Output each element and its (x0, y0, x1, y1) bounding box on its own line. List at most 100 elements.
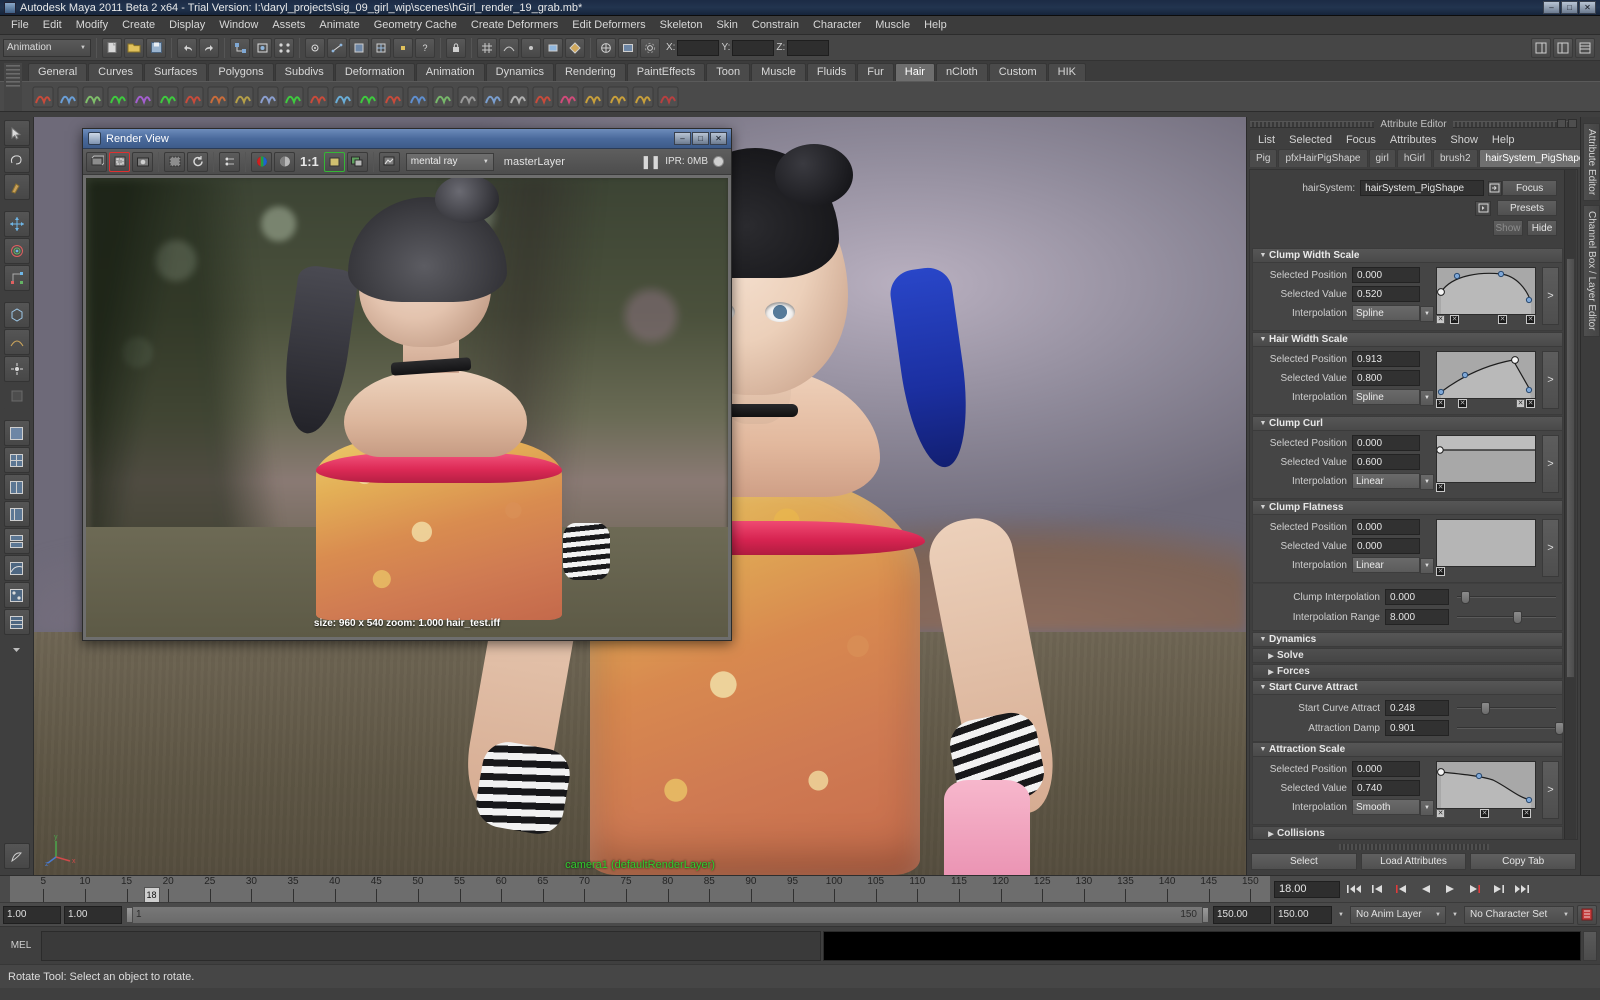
shelf-tab-curves[interactable]: Curves (88, 63, 143, 81)
layout-single-pane-icon[interactable] (4, 420, 30, 446)
menu-item-modify[interactable]: Modify (69, 17, 115, 33)
open-scene-icon[interactable] (124, 38, 144, 58)
interpolation-selector[interactable]: Spline▼ (1352, 389, 1420, 405)
section-solve[interactable]: ▶Solve (1252, 648, 1563, 663)
alpha-channel-icon[interactable] (274, 152, 295, 172)
snap-view-plane-icon[interactable] (543, 38, 563, 58)
shelf-tab-hik[interactable]: HIK (1048, 63, 1086, 81)
refresh-render-icon[interactable] (187, 152, 208, 172)
universal-manipulator-icon[interactable] (4, 302, 30, 328)
shelf-tab-custom[interactable]: Custom (989, 63, 1047, 81)
ramp-key-marker[interactable] (1436, 399, 1445, 408)
close-button[interactable]: ✕ (1579, 1, 1596, 14)
section-clump-width-scale[interactable]: ▼Clump Width ScaleSelected Position0.000… (1252, 248, 1563, 331)
show-hide-row[interactable]: Show Hide (1258, 220, 1557, 236)
lasso-tool-icon[interactable] (4, 147, 30, 173)
create-constraint-icon[interactable] (332, 86, 354, 108)
snap-grid-icon[interactable] (477, 38, 497, 58)
chevron-right-icon[interactable]: ▶ (1265, 830, 1277, 838)
section-collisions[interactable]: ▶Collisions (1252, 826, 1563, 839)
layout-relationship-editor-icon[interactable] (4, 609, 30, 635)
expand-ramp-button[interactable]: > (1542, 761, 1559, 819)
menu-item-edit-deformers[interactable]: Edit Deformers (565, 17, 652, 33)
section-header[interactable]: ▼Hair Width Scale (1252, 332, 1563, 347)
attraction-damp-field[interactable]: 0.901 (1385, 720, 1449, 736)
ae-node-tab-girl[interactable]: girl (1369, 149, 1396, 167)
display-current-position-icon[interactable] (132, 86, 154, 108)
shelf-tab-toon[interactable]: Toon (706, 63, 750, 81)
shelf-tab-strip[interactable]: GeneralCurvesSurfacesPolygonsSubdivsDefo… (0, 61, 1600, 81)
selected-position-field[interactable]: 0.913 (1352, 351, 1420, 367)
attribute-editor-panel[interactable]: Attribute Editor ListSelectedFocusAttrib… (1246, 117, 1580, 875)
render-view-image[interactable]: size: 960 x 540 zoom: 1.000 hair_test.if… (86, 178, 728, 637)
interpolation-range-field[interactable]: 8.000 (1385, 609, 1449, 625)
shelf-tab-polygons[interactable]: Polygons (208, 63, 273, 81)
select-by-component-icon[interactable] (274, 38, 294, 58)
interpolation-selector[interactable]: Linear▼ (1352, 473, 1420, 489)
section-attraction-scale[interactable]: ▼Attraction ScaleSelected Position0.000S… (1252, 742, 1563, 825)
shelf-items-row[interactable] (0, 81, 1600, 111)
render-diagnostics-icon[interactable] (379, 152, 400, 172)
selected-value-field[interactable]: 0.000 (1352, 538, 1420, 554)
attraction-damp-row[interactable]: Attraction Damp0.901 (1255, 718, 1560, 738)
ae-menu-attributes[interactable]: Attributes (1383, 133, 1443, 147)
slider-thumb[interactable] (1513, 611, 1522, 624)
presets-button[interactable]: Presets (1497, 200, 1557, 216)
numeric-input-fields[interactable]: X: Y: Z: (666, 40, 829, 56)
step-back-frame-button[interactable] (1391, 880, 1412, 898)
chevron-down-icon[interactable]: ▼ (1420, 306, 1434, 322)
show-attribute-editor-icon[interactable] (1531, 38, 1551, 58)
selected-value-field[interactable]: 0.800 (1352, 370, 1420, 386)
attribute-editor-scroll-area[interactable]: hairSystem: hairSystem_PigShape Focus (1252, 170, 1563, 839)
paint-select-tool-icon[interactable] (4, 174, 30, 200)
show-button[interactable]: Show (1493, 220, 1523, 236)
soft-modification-icon[interactable] (4, 329, 30, 355)
paint-hair-follicles-icon[interactable] (32, 86, 54, 108)
menu-item-muscle[interactable]: Muscle (868, 17, 917, 33)
render-view-close-button[interactable]: ✕ (710, 132, 727, 145)
selected-position-row[interactable]: Selected Position0.000 (1256, 519, 1422, 535)
menu-item-create-deformers[interactable]: Create Deformers (464, 17, 565, 33)
render-view-window[interactable]: Render View – □ ✕ (82, 128, 732, 641)
character-set-dropdown-arrow[interactable]: ▼ (1449, 906, 1461, 924)
ramp-key-marker[interactable] (1526, 399, 1535, 408)
layout-hypershade-icon[interactable] (4, 582, 30, 608)
chevron-down-icon[interactable]: ▼ (1257, 420, 1269, 427)
menu-item-constrain[interactable]: Constrain (745, 17, 806, 33)
ramp-key-marker[interactable] (1458, 399, 1467, 408)
shelf-drag-handle[interactable] (4, 63, 22, 111)
selected-position-row[interactable]: Selected Position0.000 (1256, 435, 1422, 451)
chevron-down-icon[interactable]: ▼ (1257, 252, 1269, 259)
display-alpha-icon[interactable] (347, 152, 368, 172)
shelf-tab-surfaces[interactable]: Surfaces (144, 63, 207, 81)
layout-hypergraph-icon[interactable] (4, 528, 30, 554)
ramp-key-marker[interactable] (1436, 315, 1445, 324)
redo-previous-render-icon[interactable] (86, 152, 107, 172)
y-field[interactable] (732, 40, 774, 56)
paint-effects-hair-icon[interactable] (82, 86, 104, 108)
range-start-field[interactable]: 1.00 (3, 906, 61, 924)
selected-value-field[interactable]: 0.600 (1352, 454, 1420, 470)
command-output-field[interactable] (823, 931, 1581, 961)
shelf-tab-painteffects[interactable]: PaintEffects (627, 63, 706, 81)
selected-position-field[interactable]: 0.000 (1352, 267, 1420, 283)
ramp-graph[interactable] (1436, 351, 1536, 399)
ramp-key-marker[interactable] (1480, 809, 1489, 818)
hair-dynamics-icon[interactable] (532, 86, 554, 108)
step-forward-frame-button[interactable] (1463, 880, 1484, 898)
shelf-tab-general[interactable]: General (28, 63, 87, 81)
interpolation-range-slider[interactable] (1457, 609, 1558, 625)
menu-item-geometry-cache[interactable]: Geometry Cache (367, 17, 464, 33)
render-current-frame-icon[interactable] (596, 38, 616, 58)
chevron-right-icon[interactable]: ▶ (1265, 668, 1277, 676)
selected-position-row[interactable]: Selected Position0.913 (1256, 351, 1422, 367)
play-hair-icon[interactable] (107, 86, 129, 108)
layout-two-pane-side-icon[interactable] (4, 474, 30, 500)
main-menu-bar[interactable]: FileEditModifyCreateDisplayWindowAssetsA… (0, 16, 1600, 35)
command-line-input[interactable] (41, 931, 821, 961)
go-to-output-icon[interactable] (1475, 201, 1491, 216)
side-tab-channel-box-layer-editor[interactable]: Channel Box / Layer Editor (1583, 205, 1600, 337)
tool-box[interactable] (0, 117, 34, 875)
render-view-maximize-button[interactable]: □ (692, 132, 709, 145)
render-view-toolbar[interactable]: 1:1 mental ray masterLayer ❚❚ IPR: 0MB (83, 149, 731, 175)
